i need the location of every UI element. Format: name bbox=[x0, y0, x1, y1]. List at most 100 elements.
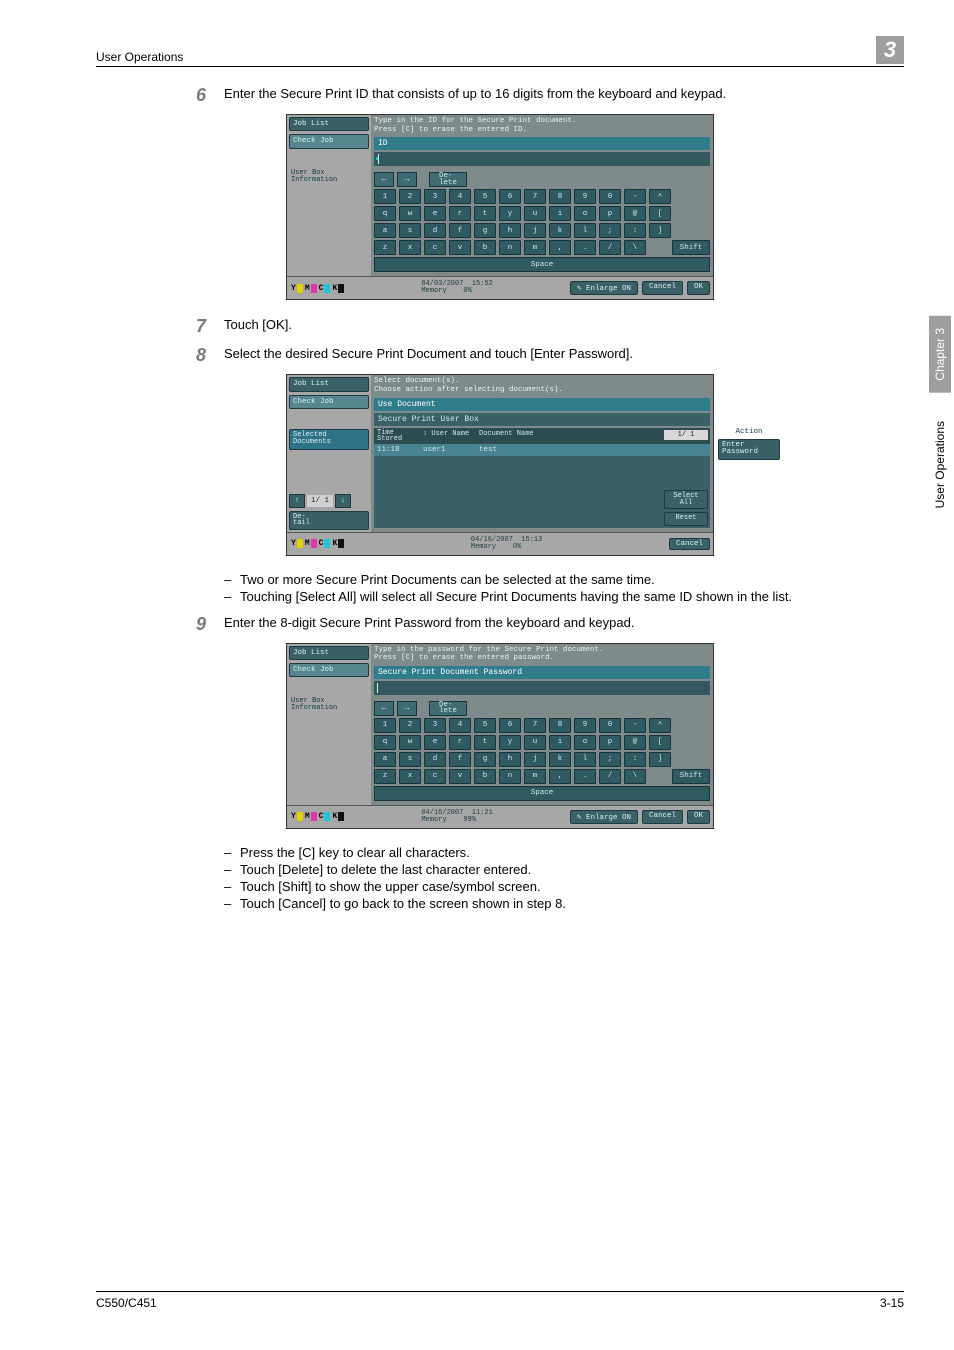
key-k[interactable]: k bbox=[549, 223, 571, 238]
key-q[interactable]: q bbox=[374, 735, 396, 750]
check-job-button[interactable]: Check Job bbox=[289, 395, 369, 409]
col-time[interactable]: Time Stored bbox=[377, 430, 417, 443]
key-f[interactable]: f bbox=[449, 752, 471, 767]
key-;[interactable]: ; bbox=[599, 223, 621, 238]
job-list-button[interactable]: Job List bbox=[289, 117, 369, 131]
key--[interactable]: - bbox=[624, 718, 646, 733]
key-,[interactable]: , bbox=[549, 769, 571, 784]
key-][interactable]: ] bbox=[649, 752, 671, 767]
key-x[interactable]: x bbox=[399, 240, 421, 255]
use-document-tab[interactable]: Use Document bbox=[374, 398, 710, 411]
password-input[interactable] bbox=[374, 681, 710, 695]
key-.[interactable]: . bbox=[574, 240, 596, 255]
key-y[interactable]: y bbox=[499, 206, 521, 221]
cancel-button[interactable]: Cancel bbox=[669, 538, 710, 550]
key-6[interactable]: 6 bbox=[499, 189, 521, 204]
detail-button[interactable]: De- tail bbox=[289, 511, 369, 530]
key-@[interactable]: @ bbox=[624, 735, 646, 750]
right-arrow-key[interactable]: → bbox=[397, 172, 417, 187]
key-z[interactable]: z bbox=[374, 240, 396, 255]
key-m[interactable]: m bbox=[524, 240, 546, 255]
key-^[interactable]: ^ bbox=[649, 189, 671, 204]
shift-key[interactable]: Shift bbox=[672, 240, 710, 255]
key-g[interactable]: g bbox=[474, 752, 496, 767]
enlarge-button[interactable]: Enlarge ON bbox=[570, 281, 638, 295]
key-6[interactable]: 6 bbox=[499, 718, 521, 733]
key-o[interactable]: o bbox=[574, 735, 596, 750]
key-l[interactable]: l bbox=[574, 223, 596, 238]
key-3[interactable]: 3 bbox=[424, 718, 446, 733]
key-/[interactable]: / bbox=[599, 769, 621, 784]
key-u[interactable]: u bbox=[524, 206, 546, 221]
key-r[interactable]: r bbox=[449, 206, 471, 221]
left-arrow-key[interactable]: ← bbox=[374, 172, 394, 187]
key-][interactable]: ] bbox=[649, 223, 671, 238]
space-key[interactable]: Space bbox=[374, 257, 710, 272]
key-s[interactable]: s bbox=[399, 223, 421, 238]
key-\[interactable]: \ bbox=[624, 769, 646, 784]
check-job-button[interactable]: Check Job bbox=[289, 134, 369, 148]
key-a[interactable]: a bbox=[374, 223, 396, 238]
key-4[interactable]: 4 bbox=[449, 189, 471, 204]
key-,[interactable]: , bbox=[549, 240, 571, 255]
key-8[interactable]: 8 bbox=[549, 718, 571, 733]
key-p[interactable]: p bbox=[599, 735, 621, 750]
key-z[interactable]: z bbox=[374, 769, 396, 784]
password-tab[interactable]: Secure Print Document Password bbox=[374, 666, 710, 679]
key-1[interactable]: 1 bbox=[374, 718, 396, 733]
key-b[interactable]: b bbox=[474, 240, 496, 255]
page-up-button[interactable]: ↑ bbox=[289, 494, 305, 508]
key-5[interactable]: 5 bbox=[474, 718, 496, 733]
job-list-button[interactable]: Job List bbox=[289, 377, 369, 391]
key-0[interactable]: 0 bbox=[599, 718, 621, 733]
key-:[interactable]: : bbox=[624, 223, 646, 238]
key-g[interactable]: g bbox=[474, 223, 496, 238]
key-j[interactable]: j bbox=[524, 223, 546, 238]
delete-key[interactable]: De- lete bbox=[429, 701, 467, 716]
key-m[interactable]: m bbox=[524, 769, 546, 784]
space-key[interactable]: Space bbox=[374, 786, 710, 801]
selected-docs-button[interactable]: Selected Documents bbox=[289, 429, 369, 450]
key-f[interactable]: f bbox=[449, 223, 471, 238]
right-arrow-key[interactable]: → bbox=[397, 701, 417, 716]
key-7[interactable]: 7 bbox=[524, 189, 546, 204]
key-[[interactable]: [ bbox=[649, 206, 671, 221]
select-all-button[interactable]: Select All bbox=[664, 490, 708, 509]
key-t[interactable]: t bbox=[474, 735, 496, 750]
key-u[interactable]: u bbox=[524, 735, 546, 750]
key-9[interactable]: 9 bbox=[574, 718, 596, 733]
col-user[interactable]: ↕ User Name bbox=[423, 430, 473, 443]
key-i[interactable]: i bbox=[549, 206, 571, 221]
key-n[interactable]: n bbox=[499, 769, 521, 784]
key-s[interactable]: s bbox=[399, 752, 421, 767]
key-p[interactable]: p bbox=[599, 206, 621, 221]
key-^[interactable]: ^ bbox=[649, 718, 671, 733]
key-a[interactable]: a bbox=[374, 752, 396, 767]
ok-button[interactable]: OK bbox=[687, 281, 710, 295]
key-w[interactable]: w bbox=[399, 206, 421, 221]
key-d[interactable]: d bbox=[424, 752, 446, 767]
key-:[interactable]: : bbox=[624, 752, 646, 767]
key-v[interactable]: v bbox=[449, 240, 471, 255]
key-c[interactable]: c bbox=[424, 240, 446, 255]
key-9[interactable]: 9 bbox=[574, 189, 596, 204]
key-c[interactable]: c bbox=[424, 769, 446, 784]
secure-box-tab[interactable]: Secure Print User Box bbox=[374, 413, 710, 426]
left-arrow-key[interactable]: ← bbox=[374, 701, 394, 716]
key-v[interactable]: v bbox=[449, 769, 471, 784]
enlarge-button[interactable]: Enlarge ON bbox=[570, 810, 638, 824]
cancel-button[interactable]: Cancel bbox=[642, 281, 683, 295]
key-2[interactable]: 2 bbox=[399, 189, 421, 204]
key-b[interactable]: b bbox=[474, 769, 496, 784]
cancel-button[interactable]: Cancel bbox=[642, 810, 683, 824]
page-down-button[interactable]: ↓ bbox=[335, 494, 351, 508]
key-e[interactable]: e bbox=[424, 206, 446, 221]
key-[[interactable]: [ bbox=[649, 735, 671, 750]
document-row[interactable]: 11:18 user1 test bbox=[374, 444, 710, 456]
key-5[interactable]: 5 bbox=[474, 189, 496, 204]
key-d[interactable]: d bbox=[424, 223, 446, 238]
key-e[interactable]: e bbox=[424, 735, 446, 750]
key-7[interactable]: 7 bbox=[524, 718, 546, 733]
key-1[interactable]: 1 bbox=[374, 189, 396, 204]
key-h[interactable]: h bbox=[499, 223, 521, 238]
